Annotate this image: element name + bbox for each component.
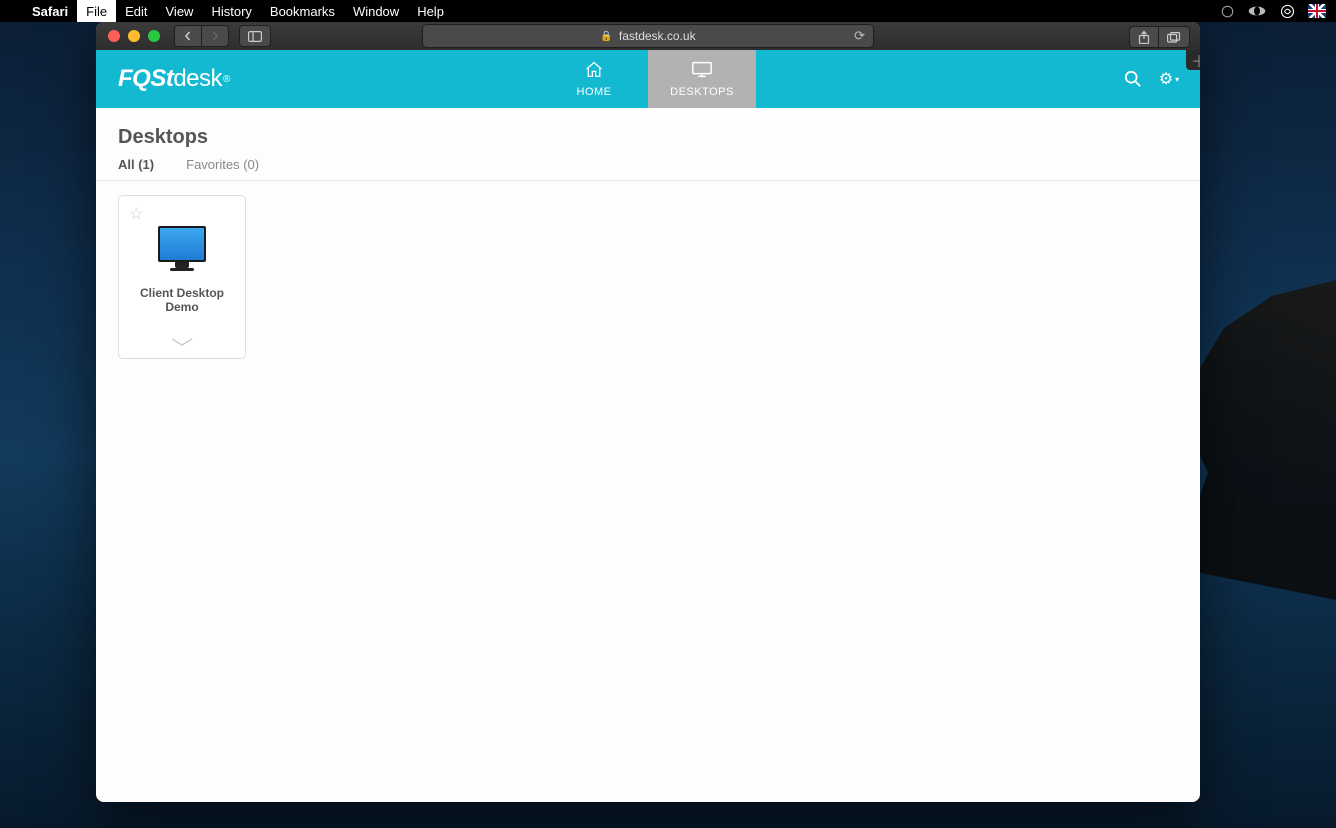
filter-tabs: All (1) Favorites (0) — [96, 157, 1200, 181]
content-area: Desktops All (1) Favorites (0) ☆ Client … — [96, 108, 1200, 373]
nav-home-label: HOME — [577, 86, 612, 98]
desktop-icon — [691, 60, 713, 81]
brand-registered: ® — [223, 74, 230, 85]
page-title: Desktops — [118, 126, 1178, 149]
zoom-window-button[interactable] — [148, 30, 160, 42]
chevron-down-icon[interactable] — [170, 334, 194, 350]
home-icon — [584, 60, 604, 81]
brand-logo[interactable]: FQStdesk® — [96, 50, 230, 108]
forward-button[interactable] — [201, 25, 229, 47]
menu-edit[interactable]: Edit — [116, 0, 156, 22]
back-button[interactable] — [174, 25, 201, 47]
share-button[interactable] — [1129, 26, 1158, 48]
desktop-name: Client Desktop Demo — [119, 286, 245, 315]
filter-favorites[interactable]: Favorites (0) — [186, 157, 259, 172]
desktop-card[interactable]: ☆ Client Desktop Demo — [118, 195, 246, 359]
menu-file[interactable]: File — [77, 0, 116, 22]
menu-help[interactable]: Help — [408, 0, 453, 22]
address-bar[interactable]: 🔒 fastdesk.co.uk ⟳ — [422, 24, 874, 48]
monitor-icon — [158, 226, 206, 262]
favorite-star-icon[interactable]: ☆ — [129, 204, 143, 224]
nav-back-forward — [174, 25, 229, 47]
filter-all[interactable]: All (1) — [118, 157, 154, 172]
url-text: fastdesk.co.uk — [619, 29, 696, 43]
close-window-button[interactable] — [108, 30, 120, 42]
reload-button[interactable]: ⟳ — [854, 28, 865, 44]
sidebar-toggle-button[interactable] — [239, 25, 271, 47]
search-icon[interactable] — [1124, 70, 1142, 88]
new-tab-button[interactable]: ＋ — [1186, 50, 1200, 70]
menu-bookmarks[interactable]: Bookmarks — [261, 0, 344, 22]
appmenu-safari[interactable]: Safari — [23, 0, 77, 22]
brand-text-light: desk — [173, 65, 222, 93]
status-icon-1[interactable] — [1218, 2, 1236, 20]
menu-history[interactable]: History — [202, 0, 260, 22]
mac-menubar: Safari File Edit View History Bookmarks … — [0, 0, 1336, 22]
nav-desktops-label: DESKTOPS — [670, 86, 734, 98]
brand-text-bold: FQSt — [118, 65, 173, 93]
safari-window: 🔒 fastdesk.co.uk ⟳ ＋ FQStdesk® — [96, 22, 1200, 802]
window-controls — [96, 30, 160, 42]
app-header: FQStdesk® HOME DESKTOPS — [96, 50, 1200, 108]
nav-desktops[interactable]: DESKTOPS — [648, 50, 756, 108]
menu-view[interactable]: View — [157, 0, 203, 22]
siri-icon[interactable] — [1278, 2, 1296, 20]
lock-icon: 🔒 — [600, 31, 612, 42]
status-icon-2[interactable] — [1248, 2, 1266, 20]
tabs-overview-button[interactable] — [1158, 26, 1190, 48]
primary-nav: HOME DESKTOPS — [540, 50, 756, 108]
dropdown-caret-icon: ▾ — [1175, 75, 1179, 84]
input-source-uk[interactable] — [1308, 2, 1326, 20]
menu-window[interactable]: Window — [344, 0, 408, 22]
window-titlebar: 🔒 fastdesk.co.uk ⟳ — [96, 22, 1200, 51]
minimize-window-button[interactable] — [128, 30, 140, 42]
nav-home[interactable]: HOME — [540, 50, 648, 108]
web-page: FQStdesk® HOME DESKTOPS — [96, 50, 1200, 802]
apple-menu[interactable] — [0, 0, 23, 22]
settings-menu[interactable]: ⚙▾ — [1160, 70, 1178, 88]
